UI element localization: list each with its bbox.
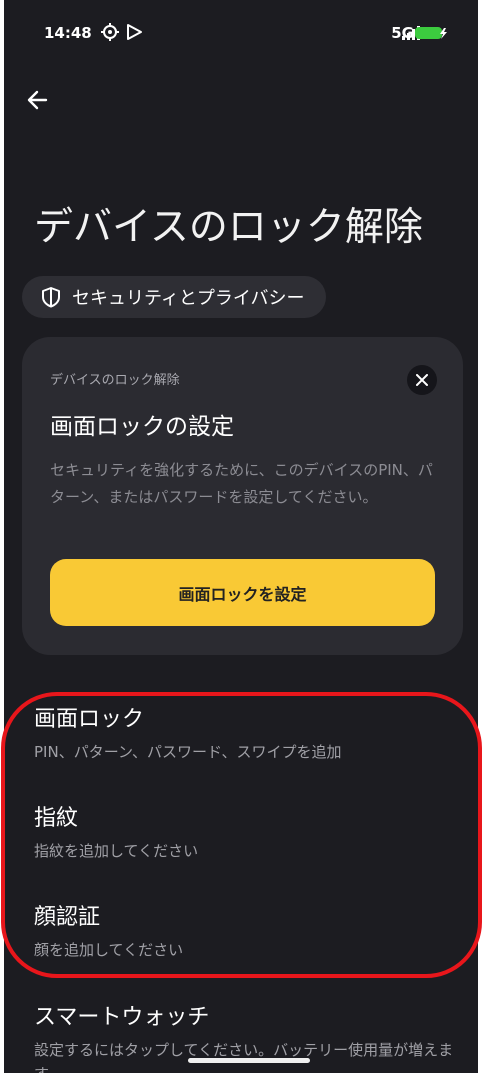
item-subtitle: 顔を追加してください bbox=[34, 941, 184, 959]
settings-screen: 14:48 5G デバイスのロック解除 セキュリティとプライバシー デバイスのロ… bbox=[4, 0, 478, 1073]
gear-icon bbox=[101, 23, 119, 41]
battery-charging-icon bbox=[415, 27, 447, 39]
card-description: セキュリティを強化するために、このデバイスのPIN、パターン、またはパスワードを… bbox=[50, 461, 433, 506]
item-title: 顔認証 bbox=[34, 905, 101, 930]
set-screen-lock-button[interactable]: 画面ロックを設定 bbox=[50, 559, 435, 626]
status-time: 14:48 bbox=[44, 24, 92, 42]
list-item-face-unlock[interactable]: 顔認証 顔を追加してください bbox=[34, 904, 464, 962]
item-title: 画面ロック bbox=[34, 707, 145, 732]
item-subtitle: 設定するにはタップしてください。バッテリー使用量が増えます bbox=[34, 1041, 454, 1073]
item-subtitle: PIN、パターン、パスワード、スワイプを追加 bbox=[34, 743, 342, 761]
list-item-screen-lock[interactable]: 画面ロック PIN、パターン、パスワード、スワイプを追加 bbox=[34, 706, 464, 764]
play-store-icon bbox=[127, 24, 142, 40]
chip-label: セキュリティとプライバシー bbox=[72, 288, 305, 309]
setup-suggestion-card: デバイスのロック解除 画面ロックの設定 セキュリティを強化するために、このデバイ… bbox=[22, 337, 463, 655]
card-close-button[interactable] bbox=[407, 365, 437, 395]
breadcrumb-chip[interactable]: セキュリティとプライバシー bbox=[22, 276, 326, 318]
item-subtitle: 指紋を追加してください bbox=[34, 842, 199, 860]
card-caption: デバイスのロック解除 bbox=[50, 373, 180, 388]
item-title: スマートウォッチ bbox=[34, 1005, 210, 1030]
back-arrow-icon[interactable] bbox=[24, 86, 56, 114]
close-icon bbox=[416, 374, 428, 386]
page-title: デバイスのロック解除 bbox=[34, 205, 423, 250]
list-item-fingerprint[interactable]: 指紋 指紋を追加してください bbox=[34, 805, 464, 863]
shield-icon bbox=[42, 287, 60, 308]
card-title: 画面ロックの設定 bbox=[50, 414, 234, 440]
item-title: 指紋 bbox=[34, 806, 79, 831]
home-indicator[interactable] bbox=[188, 1058, 310, 1063]
status-bar: 14:48 5G bbox=[4, 0, 478, 70]
